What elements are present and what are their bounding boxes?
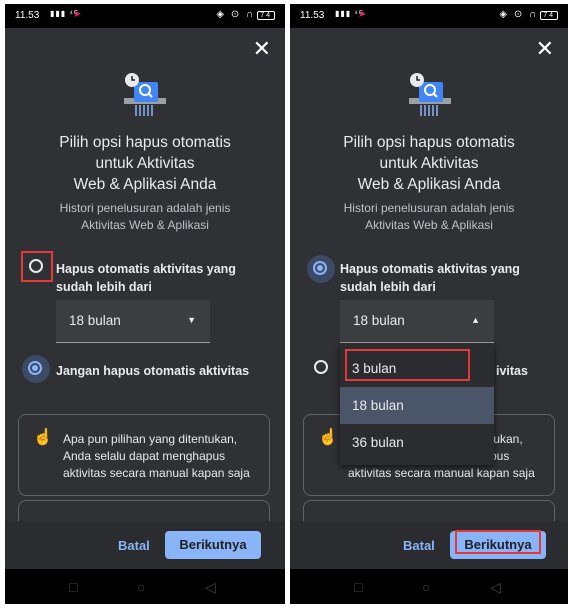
close-icon[interactable]: ✕ — [253, 38, 271, 60]
duration-dropdown[interactable]: 18 bulan ▼ — [56, 300, 210, 343]
option-auto-delete-label: Hapus otomatis aktivitas yang sudah lebi… — [340, 262, 520, 294]
next-button[interactable]: Berikutnya — [165, 531, 261, 559]
page-subtitle: Histori penelusuran adalah jenis Aktivit… — [343, 201, 515, 232]
menu-item-36-months[interactable]: 36 bulan — [340, 424, 494, 461]
annotation-highlight — [21, 251, 53, 282]
info-text: Apa pun pilihan yang ditentukan, Anda se… — [63, 432, 250, 480]
cancel-button[interactable]: Batal — [403, 538, 435, 553]
action-bar: Batal Berikutnya — [5, 521, 285, 569]
info-card: ☝ Apa pun pilihan yang ditentukan, Anda … — [18, 414, 270, 496]
option-no-auto-delete-label: ivitas — [496, 364, 528, 378]
status-icons: ◈ ⊙ ∩ 74 — [499, 9, 558, 20]
annotation-highlight — [345, 349, 470, 381]
close-icon[interactable]: ✕ — [536, 38, 554, 60]
annotation-highlight — [455, 530, 541, 554]
back-icon[interactable]: ◁ — [205, 579, 216, 596]
hand-icon: ☝ — [33, 429, 53, 446]
status-bar: 11.53 ▮▮▮ ⁴ᴳ ➤ ◈ ⊙ ∩ 74 — [290, 4, 568, 28]
chevron-up-icon: ▲ — [471, 315, 480, 325]
recents-icon[interactable]: □ — [69, 579, 77, 595]
option-auto-delete-label: Hapus otomatis aktivitas yang sudah lebi… — [56, 262, 236, 294]
duration-dropdown[interactable]: 18 bulan ▲ — [340, 300, 494, 343]
radio-no-auto-delete[interactable] — [22, 355, 50, 383]
dropdown-value: 18 bulan — [69, 313, 121, 328]
back-icon[interactable]: ◁ — [490, 579, 501, 596]
status-time: 11.53 — [300, 10, 325, 21]
hand-icon: ☝ — [318, 429, 338, 446]
home-icon[interactable]: ○ — [137, 579, 145, 595]
page-title: Pilih opsi hapus otomatis untuk Aktivita… — [343, 134, 515, 193]
nav-bar: □ ○ ◁ — [290, 569, 568, 604]
nav-bar: □ ○ ◁ — [5, 569, 285, 604]
status-time: 11.53 — [15, 10, 40, 21]
notification-icon: ➤ — [358, 9, 367, 20]
menu-item-18-months[interactable]: 18 bulan — [340, 387, 494, 424]
chevron-down-icon: ▼ — [187, 315, 196, 325]
radio-no-auto-delete[interactable] — [308, 354, 336, 382]
home-icon[interactable]: ○ — [422, 579, 430, 595]
dropdown-value: 18 bulan — [353, 313, 405, 328]
radio-auto-delete[interactable] — [307, 255, 335, 283]
auto-delete-illustration — [124, 73, 166, 116]
page-title: Pilih opsi hapus otomatis untuk Aktivita… — [59, 134, 231, 193]
option-no-auto-delete-label: Jangan hapus otomatis aktivitas — [56, 364, 250, 378]
phone-screen-right: 11.53 ▮▮▮ ⁴ᴳ ➤ ◈ ⊙ ∩ 74 ✕ Pilih opsi hapu… — [290, 4, 568, 604]
battery-icon: 74 — [540, 11, 558, 20]
recents-icon[interactable]: □ — [354, 579, 362, 595]
battery-icon: 74 — [257, 11, 275, 20]
status-icons: ◈ ⊙ ∩ 74 — [216, 9, 275, 20]
cancel-button[interactable]: Batal — [118, 538, 150, 553]
notification-icon: ➤ — [73, 9, 82, 20]
phone-screen-left: 11.53 ▮▮▮ ⁴ᴳ ➤ ◈ ⊙ ∩ 74 ✕ Pilih opsi hapu… — [5, 4, 285, 604]
status-bar: 11.53 ▮▮▮ ⁴ᴳ ➤ ◈ ⊙ ∩ 74 — [5, 4, 285, 28]
auto-delete-illustration — [409, 73, 451, 116]
page-subtitle: Histori penelusuran adalah jenis Aktivit… — [59, 201, 231, 232]
